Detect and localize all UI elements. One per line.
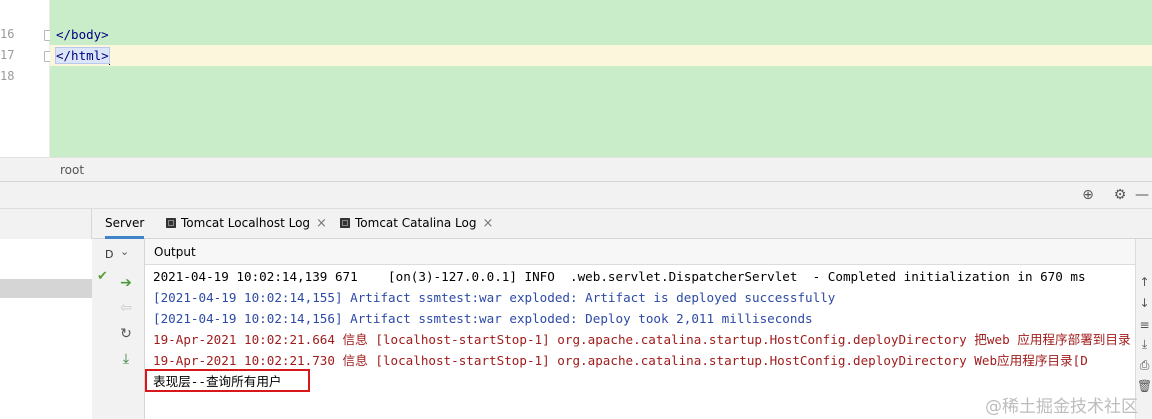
breadcrumb: root <box>0 157 1152 182</box>
soft-wrap-icon[interactable]: ≡ <box>1137 318 1152 332</box>
services-tree-selected-row[interactable] <box>0 279 92 298</box>
editor-gutter: 16 17 18 <box>0 0 53 157</box>
highlight-box <box>145 369 310 392</box>
tab-tomcat-localhost-log[interactable]: Tomcat Localhost Log × <box>166 209 327 239</box>
close-icon[interactable]: × <box>482 216 493 231</box>
deploy-arrow-icon[interactable]: ➔ <box>117 275 135 291</box>
download-icon[interactable]: ⤓ <box>117 351 135 367</box>
code-line-current[interactable]: </html> <box>55 45 110 66</box>
current-line-highlight <box>50 45 1152 66</box>
services-tree-panel <box>0 209 92 419</box>
log-icon <box>340 218 350 228</box>
log-line: 19-Apr-2021 10:02:21.730 信息 [localhost-s… <box>153 353 1088 368</box>
print-icon[interactable]: ⎙ <box>1137 358 1152 372</box>
code-area[interactable] <box>50 0 1152 157</box>
tab-label: Tomcat Catalina Log <box>355 216 477 230</box>
gear-icon[interactable]: ⚙ <box>1112 187 1128 203</box>
log-line: [2021-04-19 10:02:14,155] Artifact ssmte… <box>153 290 836 305</box>
log-line: 19-Apr-2021 10:02:21.664 信息 [localhost-s… <box>153 332 1131 347</box>
deployment-column: D ⌄ ✔ ➔ ⇦ ↻ ⤓ <box>92 239 145 419</box>
code-line[interactable]: </body> <box>56 24 109 45</box>
crosshair-icon[interactable]: ⊕ <box>1080 187 1096 203</box>
services-tabs: Server Tomcat Localhost Log × Tomcat Cata… <box>92 209 1152 239</box>
scroll-up-icon[interactable]: ↑ <box>1137 275 1152 289</box>
line-number: 17 <box>0 48 15 62</box>
refresh-icon[interactable]: ↻ <box>117 326 135 342</box>
close-icon[interactable]: × <box>316 216 327 231</box>
tab-server[interactable]: Server <box>105 209 145 239</box>
scroll-to-end-icon[interactable]: ⤓ <box>1137 337 1152 351</box>
tab-label: Tomcat Localhost Log <box>181 216 311 230</box>
breadcrumb-item-root[interactable]: root <box>60 163 84 177</box>
scroll-down-icon[interactable]: ↓ <box>1137 296 1152 310</box>
check-icon: ✔ <box>97 269 108 284</box>
log-line: 2021-04-19 10:02:14,139 671 [on(3)-127.0… <box>153 269 1086 284</box>
line-number: 18 <box>0 69 15 83</box>
output-title: Output <box>154 245 196 259</box>
code-editor[interactable]: 16 17 18 </body> </html> <box>0 0 1152 157</box>
deployment-header: D <box>105 248 114 261</box>
line-number: 16 <box>0 27 15 41</box>
watermark: @稀土掘金技术社区 <box>985 397 1138 417</box>
undeploy-arrow-icon: ⇦ <box>120 300 132 316</box>
services-tree[interactable] <box>0 239 92 419</box>
log-icon <box>166 218 176 228</box>
tab-tomcat-catalina-log[interactable]: Tomcat Catalina Log × <box>340 209 493 239</box>
code-line-text[interactable]: </html> <box>55 47 110 64</box>
log-line: [2021-04-19 10:02:14,156] Artifact ssmte… <box>153 311 813 326</box>
chevron-down-icon[interactable]: ⌄ <box>120 245 129 258</box>
tool-window-header: ⊕ ⚙ — <box>0 182 1152 209</box>
tab-label: Server <box>105 216 145 230</box>
minimize-icon[interactable]: — <box>1134 187 1150 203</box>
output-header: Output <box>145 239 1135 265</box>
text-caret <box>108 48 110 65</box>
clear-all-icon[interactable]: 🗑 <box>1137 379 1152 393</box>
